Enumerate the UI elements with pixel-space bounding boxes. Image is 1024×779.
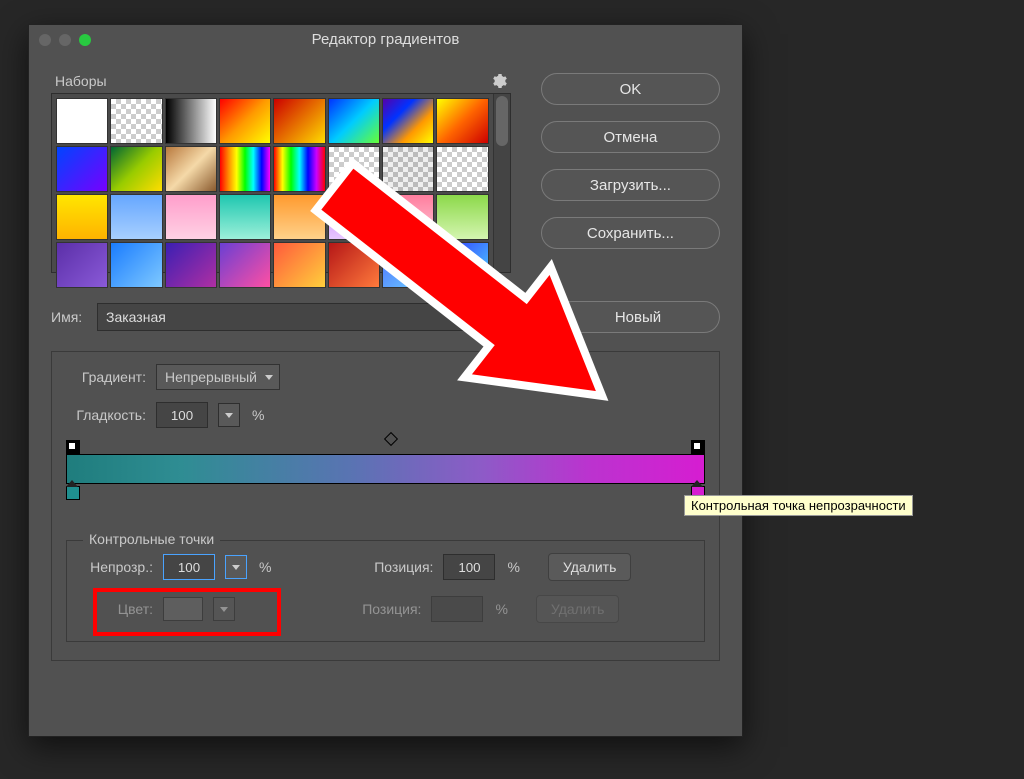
preset-swatch[interactable] [328, 242, 380, 288]
opacity-stop-right[interactable] [691, 440, 705, 454]
preset-swatch[interactable] [56, 242, 108, 288]
position-label-2: Позиция: [349, 601, 421, 617]
gradient-bar[interactable] [66, 454, 705, 484]
delete-color-stop-button: Удалить [536, 595, 619, 623]
preset-swatch[interactable] [382, 98, 434, 144]
preset-swatch[interactable] [165, 98, 217, 144]
titlebar: Редактор градиентов [29, 25, 742, 55]
gradient-type-label: Градиент: [66, 369, 146, 385]
save-button[interactable]: Сохранить... [541, 217, 720, 249]
preset-swatch[interactable] [110, 194, 162, 240]
preset-swatch[interactable] [165, 146, 217, 192]
preset-swatch[interactable] [110, 98, 162, 144]
preset-swatch[interactable] [273, 194, 325, 240]
preset-swatch[interactable] [110, 146, 162, 192]
preset-swatch[interactable] [328, 146, 380, 192]
opacity-midpoint[interactable] [383, 432, 397, 446]
preset-swatch[interactable] [56, 194, 108, 240]
position-label-1: Позиция: [361, 559, 433, 575]
gear-icon[interactable] [491, 73, 507, 89]
window-title: Редактор градиентов [29, 31, 742, 48]
preset-swatch[interactable] [328, 98, 380, 144]
presets-box [51, 93, 511, 273]
preset-swatch[interactable] [110, 242, 162, 288]
opacity-stepper[interactable] [225, 555, 247, 579]
preset-swatch[interactable] [273, 242, 325, 288]
preset-swatch[interactable] [219, 98, 271, 144]
color-position-input [431, 596, 483, 622]
smoothness-label: Гладкость: [66, 407, 146, 423]
name-label: Имя: [51, 309, 87, 325]
delete-opacity-stop-button[interactable]: Удалить [548, 553, 631, 581]
gradient-editor-window: Редактор градиентов Наборы [28, 24, 743, 737]
preset-swatch[interactable] [436, 98, 488, 144]
color-swatch [163, 597, 203, 621]
preset-swatch[interactable] [436, 194, 488, 240]
stops-legend: Контрольные точки [83, 531, 220, 547]
smoothness-input[interactable] [156, 402, 208, 428]
new-button[interactable]: Новый [556, 301, 720, 333]
gradient-type-select[interactable]: Непрерывный [156, 364, 280, 390]
preset-swatch[interactable] [382, 146, 434, 192]
color-stepper [213, 597, 235, 621]
preset-swatch[interactable] [382, 194, 434, 240]
preset-swatch[interactable] [56, 98, 108, 144]
ok-button[interactable]: OK [541, 73, 720, 105]
presets-label: Наборы [55, 73, 107, 89]
preset-swatch[interactable] [219, 146, 271, 192]
preset-swatch[interactable] [219, 194, 271, 240]
preset-swatch[interactable] [165, 194, 217, 240]
preset-swatch[interactable] [436, 146, 488, 192]
tooltip: Контрольная точка непрозрачности [684, 495, 913, 516]
preset-swatch[interactable] [328, 194, 380, 240]
opacity-stop-left[interactable] [66, 440, 80, 454]
preset-swatch[interactable] [382, 242, 434, 288]
preset-swatch[interactable] [436, 242, 488, 288]
preset-swatch[interactable] [165, 242, 217, 288]
stops-group: Контрольные точки Непрозр.: % Позиция: %… [66, 540, 705, 642]
opacity-position-input[interactable] [443, 554, 495, 580]
preset-swatch[interactable] [273, 146, 325, 192]
name-input[interactable] [97, 303, 510, 331]
cancel-button[interactable]: Отмена [541, 121, 720, 153]
preset-swatch[interactable] [219, 242, 271, 288]
chevron-down-icon [265, 375, 273, 380]
gradient-editor-area [66, 440, 705, 500]
preset-swatch[interactable] [56, 146, 108, 192]
smoothness-stepper[interactable] [218, 403, 240, 427]
presets-scrollbar[interactable] [493, 94, 510, 272]
opacity-label: Непрозр.: [81, 559, 153, 575]
preset-swatch[interactable] [273, 98, 325, 144]
opacity-input[interactable] [163, 554, 215, 580]
gradient-group: Градиент: Непрерывный Гладкость: % [51, 351, 720, 661]
color-stop-left[interactable] [66, 486, 80, 500]
load-button[interactable]: Загрузить... [541, 169, 720, 201]
color-label: Цвет: [81, 601, 153, 617]
